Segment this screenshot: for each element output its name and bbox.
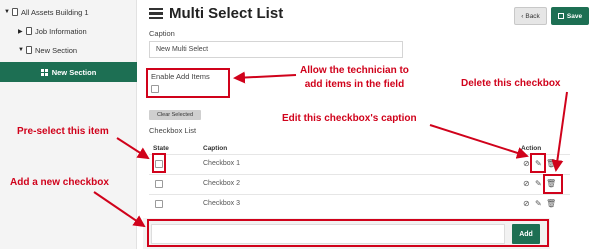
arrow-add-new [93, 191, 146, 228]
arrow-preselect [116, 137, 150, 160]
arrow-delete [551, 91, 568, 172]
arrow-allow-add [233, 71, 297, 84]
arrow-edit [429, 124, 529, 159]
annotation-arrows [93, 71, 568, 228]
